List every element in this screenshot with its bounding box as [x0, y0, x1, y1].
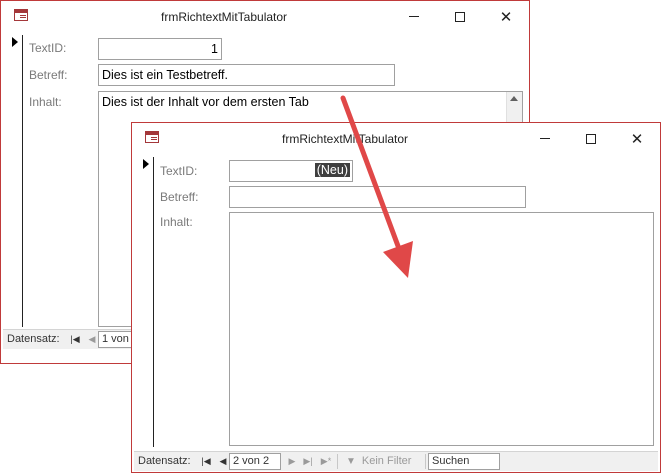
- next-record-icon[interactable]: ▶: [286, 455, 298, 468]
- maximize-button[interactable]: [437, 1, 483, 32]
- record-navigation-bar: Datensatz: |◀ ◀ 2 von 2 ▶ ▶| ▶* ▼ Kein Fi…: [134, 451, 658, 471]
- nav-label: Datensatz:: [138, 455, 191, 467]
- betreff-label: Betreff:: [160, 190, 199, 204]
- betreff-field[interactable]: [229, 186, 526, 208]
- scroll-up-icon[interactable]: [510, 96, 518, 101]
- minimize-button[interactable]: [522, 123, 568, 154]
- first-record-icon[interactable]: |◀: [69, 333, 81, 346]
- search-field[interactable]: Suchen: [428, 453, 500, 470]
- form-icon: [14, 9, 28, 21]
- record-selector-arrow: [12, 37, 18, 47]
- new-record-icon[interactable]: ▶*: [320, 455, 332, 468]
- filter-label: Kein Filter: [361, 455, 412, 467]
- betreff-label: Betreff:: [29, 68, 68, 82]
- textid-label: TextID:: [29, 41, 67, 55]
- record-selector-arrow: [143, 159, 149, 169]
- close-icon: ✕: [630, 130, 644, 148]
- maximize-button[interactable]: [568, 123, 614, 154]
- minimize-button[interactable]: [391, 1, 437, 32]
- betreff-field[interactable]: Dies ist ein Testbetreff.: [98, 64, 395, 86]
- nav-label: Datensatz:: [7, 333, 60, 345]
- prev-record-icon[interactable]: ◀: [217, 455, 229, 468]
- minimize-icon: [540, 138, 550, 139]
- close-button[interactable]: ✕: [614, 123, 660, 154]
- nav-separator: [425, 454, 426, 469]
- close-button[interactable]: ✕: [483, 1, 529, 32]
- record-position-field[interactable]: 2 von 2: [229, 453, 281, 470]
- last-record-icon[interactable]: ▶|: [302, 455, 314, 468]
- textid-label: TextID:: [160, 164, 198, 178]
- title-bar: frmRichtextMitTabulator ✕: [1, 1, 529, 32]
- minimize-icon: [409, 16, 419, 17]
- window-title: frmRichtextMitTabulator: [282, 132, 409, 146]
- inhalt-text: Dies ist der Inhalt vor dem ersten Tab: [102, 95, 309, 109]
- prev-record-icon[interactable]: ◀: [86, 333, 98, 346]
- maximize-icon: [455, 11, 465, 22]
- record-selector[interactable]: [8, 35, 23, 327]
- inhalt-label: Inhalt:: [160, 215, 193, 229]
- nav-separator: [337, 454, 338, 469]
- record-navigation-bar: Datensatz: |◀ ◀ 1 von 2: [3, 329, 138, 349]
- record-selector[interactable]: [139, 157, 154, 447]
- close-icon: ✕: [499, 8, 513, 26]
- textid-field[interactable]: (Neu): [229, 160, 353, 182]
- inhalt-label: Inhalt:: [29, 95, 62, 109]
- textid-field[interactable]: 1: [98, 38, 222, 60]
- filter-indicator[interactable]: ▼ Kein Filter: [346, 455, 411, 467]
- first-record-icon[interactable]: |◀: [200, 455, 212, 468]
- form-window-front: frmRichtextMitTabulator ✕ TextID: (Neu) …: [131, 122, 661, 473]
- inhalt-field[interactable]: [229, 212, 654, 446]
- title-bar: frmRichtextMitTabulator ✕: [132, 123, 660, 154]
- filter-icon: ▼: [346, 456, 356, 467]
- new-record-placeholder: (Neu): [314, 163, 350, 177]
- form-icon: [145, 131, 159, 143]
- maximize-icon: [586, 133, 596, 144]
- window-title: frmRichtextMitTabulator: [161, 10, 288, 24]
